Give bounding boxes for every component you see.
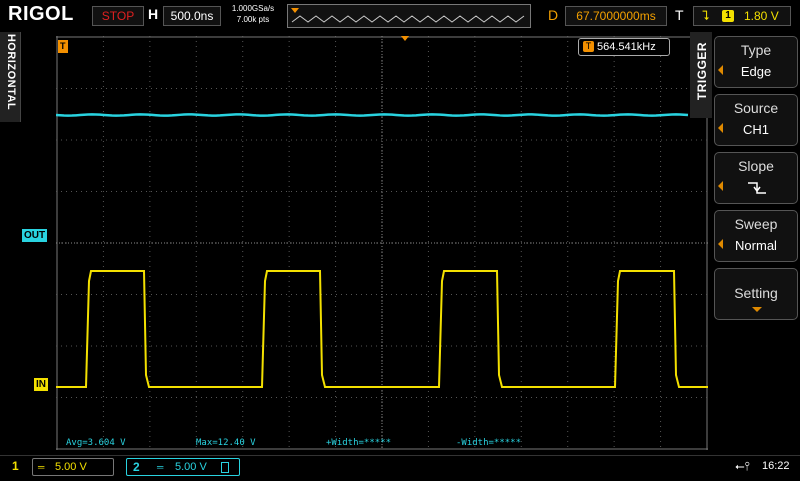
frequency-value: 564.541kHz xyxy=(597,41,656,53)
dc-coupling-icon: ═ xyxy=(157,462,164,472)
trigger-sweep-button[interactable]: Sweep Normal xyxy=(714,210,798,262)
trigger-source-badge: 1 xyxy=(722,10,734,22)
menu-title: Source xyxy=(733,100,779,116)
frequency-counter: T 564.541kHz xyxy=(578,38,670,56)
measurement-neg-width: -Width=***** xyxy=(456,438,522,448)
ch1-ground-marker[interactable]: IN xyxy=(34,378,48,391)
delay-readout[interactable]: 67.7000000ms xyxy=(565,6,667,26)
trigger-badge-icon: T xyxy=(583,41,594,52)
ch1-scale-box[interactable]: ═ 5.00 V xyxy=(32,458,114,476)
sample-info: 1.000GSa/s 7.00k pts xyxy=(226,3,280,25)
ch2-ground-marker[interactable]: OUT xyxy=(22,229,48,242)
usb-icon: ⭠⫯ xyxy=(735,459,750,473)
dc-coupling-icon: ═ xyxy=(38,462,45,472)
menu-title: Sweep xyxy=(734,216,778,232)
menu-value: CH1 xyxy=(742,122,769,137)
clock: 16:22 xyxy=(762,460,790,472)
run-stop-status[interactable]: STOP xyxy=(92,6,144,26)
sample-rate: 1.000GSa/s xyxy=(231,4,275,13)
menu-value: Normal xyxy=(735,238,777,253)
down-arrow-icon xyxy=(752,307,762,312)
ch1-label[interactable]: 1 xyxy=(12,459,19,473)
falling-edge-icon: ⮧ xyxy=(702,8,710,23)
memory-depth: 7.00k pts xyxy=(236,15,270,24)
trigger-source-button[interactable]: Source CH1 xyxy=(714,94,798,146)
ch2-waveform xyxy=(56,113,689,117)
trigger-setting-button[interactable]: Setting xyxy=(714,268,798,320)
ch1-scale: 5.00 V xyxy=(55,461,87,473)
horizontal-tab-label: HORIZONTAL xyxy=(5,33,17,111)
ch2-scale-box[interactable]: 2 ═ 5.00 V xyxy=(126,458,240,476)
left-arrow-icon xyxy=(718,181,723,191)
menu-title: Setting xyxy=(734,285,778,301)
trigger-level-marker[interactable]: T xyxy=(58,40,68,53)
bottom-channel-bar xyxy=(0,455,800,481)
trigger-type-button[interactable]: Type Edge xyxy=(714,36,798,88)
trigger-label: T xyxy=(675,7,684,23)
horizontal-label: H xyxy=(148,6,159,22)
measurement-pos-width: +Width=***** xyxy=(326,438,392,448)
memory-waveform-icon xyxy=(291,8,525,23)
ch2-scale: 5.00 V xyxy=(175,461,207,473)
trigger-readout[interactable]: ⮧ 1 1.80 V xyxy=(693,6,791,26)
trigger-slope-button[interactable]: Slope xyxy=(714,152,798,204)
trigger-position-marker xyxy=(401,36,409,41)
waveform-display[interactable] xyxy=(56,36,708,450)
delay-label: D xyxy=(548,7,559,23)
memory-position-bar[interactable] xyxy=(287,4,531,28)
trigger-level: 1.80 V xyxy=(744,9,779,23)
falling-edge-icon xyxy=(748,182,766,194)
menu-value: Edge xyxy=(740,64,772,79)
battery-icon xyxy=(221,462,229,473)
menu-title: Slope xyxy=(738,158,774,174)
menu-title: Type xyxy=(740,42,772,58)
trigger-menu-label: TRIGGER xyxy=(695,41,709,101)
ch2-label: 2 xyxy=(133,460,140,474)
measurement-avg: Avg=3.604 V xyxy=(66,438,126,448)
timebase-readout[interactable]: 500.0ns xyxy=(163,6,221,26)
measurement-max: Max=12.40 V xyxy=(196,438,256,448)
brand-logo: RIGOL xyxy=(8,3,74,25)
